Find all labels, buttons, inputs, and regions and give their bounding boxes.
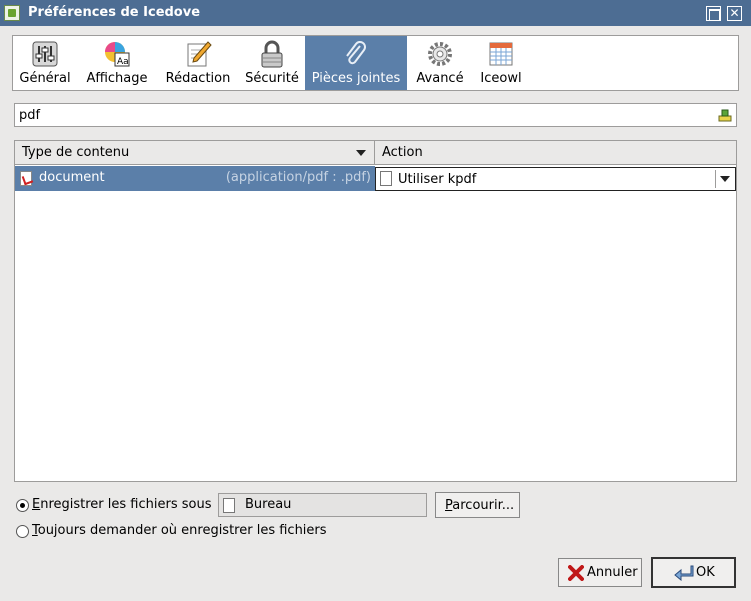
action-dropdown[interactable]: Utiliser kpdf xyxy=(375,167,736,191)
tab-iceowl[interactable]: Iceowl xyxy=(473,36,529,90)
column-header-type[interactable]: Type de contenu xyxy=(15,141,375,165)
save-to-folder-radio[interactable] xyxy=(16,499,29,512)
gear-icon xyxy=(428,42,452,66)
enter-arrow-icon xyxy=(674,565,694,581)
filter-box xyxy=(14,103,737,127)
maximize-button[interactable] xyxy=(706,6,721,21)
action-label: Utiliser kpdf xyxy=(398,172,477,187)
cancel-button[interactable]: Annuler xyxy=(558,558,642,587)
column-header-action[interactable]: Action xyxy=(375,141,736,165)
tab-label: Pièces jointes xyxy=(311,71,401,86)
content-type-name: document xyxy=(39,170,105,185)
title-bar: Préférences de Icedove ✕ xyxy=(0,0,751,26)
clear-filter-icon[interactable] xyxy=(718,108,732,122)
content-type-mime: (application/pdf : .pdf) xyxy=(225,170,371,185)
calendar-icon xyxy=(489,42,513,66)
save-to-folder-label[interactable]: Enregistrer les fichiers sous xyxy=(32,497,211,512)
chevron-down-icon[interactable] xyxy=(715,170,733,188)
tab-general[interactable]: Général xyxy=(13,36,77,90)
always-ask-radio[interactable] xyxy=(16,525,29,538)
tab-label: Sécurité xyxy=(245,71,299,86)
svg-text:Aa: Aa xyxy=(117,57,129,67)
content-type-list: Type de contenu Action document (applica… xyxy=(14,140,737,482)
sort-down-icon xyxy=(356,150,366,156)
download-folder-value: Bureau xyxy=(245,497,292,512)
cancel-x-icon xyxy=(568,565,584,581)
tab-security[interactable]: Sécurité xyxy=(240,36,304,90)
tab-advanced[interactable]: Avancé xyxy=(409,36,471,90)
download-folder-field: Bureau xyxy=(218,493,427,517)
tab-label: Général xyxy=(19,71,71,86)
preferences-toolbar: Général Aa Affichage Rédaction Sécurité xyxy=(12,35,739,91)
pencil-icon xyxy=(187,41,212,67)
tab-display[interactable]: Aa Affichage xyxy=(79,36,155,90)
tab-attachments[interactable]: Pièces jointes xyxy=(305,36,407,90)
tab-label: Avancé xyxy=(416,71,464,86)
tab-composition[interactable]: Rédaction xyxy=(157,36,239,90)
document-icon xyxy=(380,171,392,186)
font-color-icon: Aa xyxy=(105,42,130,67)
ok-button[interactable]: OK xyxy=(651,557,736,588)
icedove-app-icon xyxy=(4,5,20,21)
close-button[interactable]: ✕ xyxy=(727,6,742,21)
pdf-file-icon xyxy=(20,171,32,186)
filter-input[interactable] xyxy=(19,107,709,123)
tab-label: Iceowl xyxy=(480,71,522,86)
tab-label: Affichage xyxy=(86,71,148,86)
padlock-icon xyxy=(261,40,283,68)
table-row[interactable]: document (application/pdf : .pdf) Utilis… xyxy=(15,166,736,191)
content-type-cell[interactable]: document (application/pdf : .pdf) xyxy=(15,166,375,191)
sliders-icon xyxy=(32,41,58,67)
always-ask-label[interactable]: Toujours demander où enregistrer les fic… xyxy=(32,523,327,538)
browse-button[interactable]: Parcourir... xyxy=(435,492,520,518)
window-title: Préférences de Icedove xyxy=(28,5,201,20)
tab-label: Rédaction xyxy=(165,71,231,86)
folder-icon xyxy=(223,498,235,513)
paperclip-icon xyxy=(346,41,366,65)
